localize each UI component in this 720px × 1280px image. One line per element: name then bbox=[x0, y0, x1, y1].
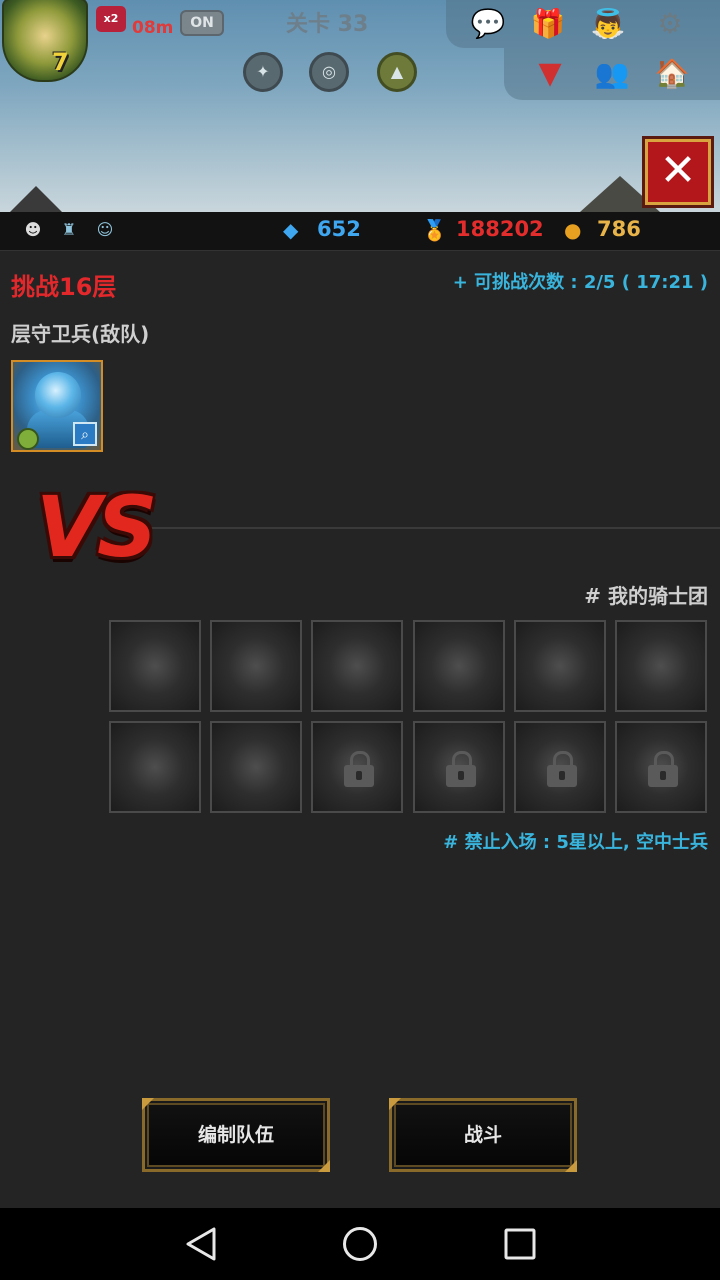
medal-count: 188202 bbox=[456, 217, 544, 241]
team-slot-locked[interactable] bbox=[514, 721, 606, 813]
corner-ornament bbox=[389, 1098, 401, 1110]
gold-coin-icon: ● bbox=[564, 218, 582, 242]
team-slot[interactable] bbox=[109, 721, 201, 813]
gem-icon: ◆ bbox=[283, 218, 299, 242]
chat-icon[interactable]: 💬 bbox=[468, 4, 508, 44]
team-slot[interactable] bbox=[514, 620, 606, 712]
skill-slot-1[interactable]: ✦ bbox=[243, 52, 283, 92]
lock-icon bbox=[648, 751, 678, 787]
divider bbox=[140, 527, 720, 529]
system-nav-bar bbox=[0, 1208, 720, 1280]
skill-slot-3[interactable]: ▲ bbox=[377, 52, 417, 92]
gem-count: 652 bbox=[317, 217, 361, 241]
gift-icon[interactable]: 🎁 bbox=[528, 4, 568, 44]
friends-icon[interactable]: 👥 bbox=[592, 54, 632, 94]
medal-icon: 🏅 bbox=[422, 218, 447, 242]
unit-rank-icon bbox=[17, 428, 39, 450]
team-slot[interactable] bbox=[210, 620, 302, 712]
auto-toggle[interactable]: ON bbox=[180, 10, 224, 36]
lock-icon bbox=[344, 751, 374, 787]
battle-label: 战斗 bbox=[463, 1124, 502, 1146]
enemy-portrait bbox=[35, 372, 81, 418]
team-slot[interactable] bbox=[109, 620, 201, 712]
team-slot-locked[interactable] bbox=[615, 721, 707, 813]
speed-icon[interactable]: x2 bbox=[96, 6, 126, 32]
recents-icon[interactable] bbox=[503, 1227, 537, 1261]
edit-team-button[interactable]: 编制队伍 bbox=[142, 1098, 330, 1172]
team-slot[interactable] bbox=[615, 620, 707, 712]
mountain-silhouette bbox=[10, 186, 62, 212]
team-mini-icon: ♜ bbox=[61, 220, 77, 239]
corner-ornament bbox=[142, 1098, 154, 1110]
timer: 08m bbox=[132, 18, 174, 38]
home-circle-icon[interactable] bbox=[341, 1225, 379, 1263]
angel-icon[interactable]: 👼 bbox=[588, 4, 628, 44]
team-slot[interactable] bbox=[311, 620, 403, 712]
gold-count: 786 bbox=[597, 217, 641, 241]
magnifier-icon[interactable]: ⌕ bbox=[73, 422, 97, 446]
team-slot-locked[interactable] bbox=[311, 721, 403, 813]
team-slot[interactable] bbox=[413, 620, 505, 712]
game-scene: 7 x2 08m ON 关卡 33 ✦ ◎ ▲ 💬 🎁 👼 ⚙ ▼ 👥 🏠 ✕ bbox=[0, 0, 720, 212]
my-team-label: # 我的骑士团 bbox=[584, 584, 708, 608]
entry-restriction: # 禁止入场 : 5星以上, 空中士兵 bbox=[443, 832, 708, 853]
challenge-title: 挑战16层 bbox=[11, 273, 117, 301]
back-icon[interactable] bbox=[184, 1226, 218, 1262]
team-mini-icon: ☻ bbox=[24, 220, 42, 239]
corner-ornament bbox=[565, 1160, 577, 1172]
close-icon: ✕ bbox=[659, 145, 697, 196]
team-mini-icon: ☺ bbox=[96, 220, 114, 239]
player-level: 7 bbox=[52, 48, 69, 76]
battle-button[interactable]: 战斗 bbox=[389, 1098, 577, 1172]
enemy-unit-card[interactable]: ⌕ bbox=[11, 360, 103, 452]
gear-icon[interactable]: ⚙ bbox=[650, 4, 690, 44]
lock-icon bbox=[446, 751, 476, 787]
edit-team-label: 编制队伍 bbox=[197, 1124, 274, 1146]
dropdown-icon[interactable]: ▼ bbox=[530, 54, 570, 94]
challenge-attempts[interactable]: + 可挑战次数 : 2/5 ( 17:21 ) bbox=[453, 268, 708, 294]
lock-icon bbox=[547, 751, 577, 787]
team-slot-locked[interactable] bbox=[413, 721, 505, 813]
floor-guard-label: 层守卫兵(敌队) bbox=[11, 322, 150, 346]
resource-bar: ☻ ♜ ☺ ◆ 652 🏅 188202 ● 786 bbox=[0, 212, 720, 251]
stage-title: 关卡 33 bbox=[286, 12, 369, 37]
skill-slot-2[interactable]: ◎ bbox=[309, 52, 349, 92]
player-avatar[interactable] bbox=[2, 0, 88, 82]
home-icon[interactable]: 🏠 bbox=[652, 54, 692, 94]
corner-ornament bbox=[318, 1160, 330, 1172]
close-button[interactable]: ✕ bbox=[642, 136, 714, 208]
vs-emblem: VS bbox=[36, 478, 157, 576]
team-slot[interactable] bbox=[210, 721, 302, 813]
